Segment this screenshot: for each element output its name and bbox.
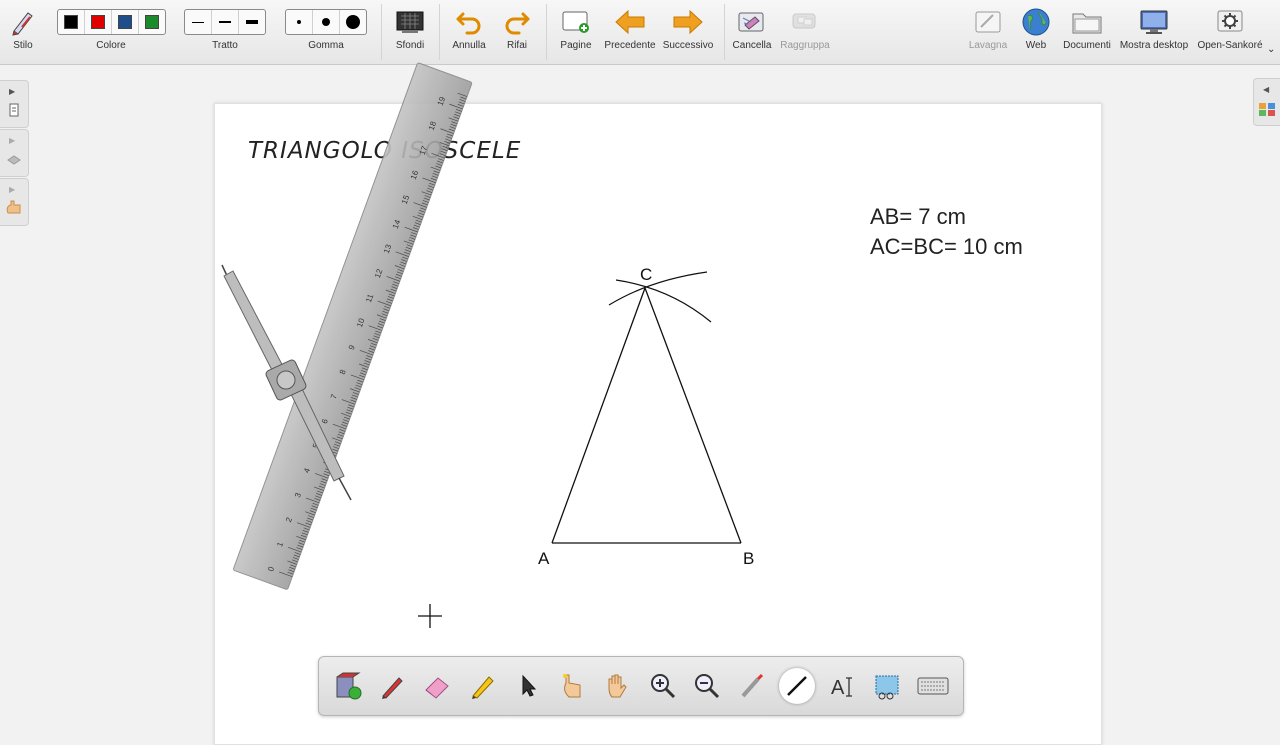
highlighter-button[interactable]	[465, 668, 501, 704]
pen-icon	[382, 677, 403, 699]
color-picker-icon	[336, 672, 362, 700]
compass-pencil-tip	[338, 477, 352, 501]
svg-text:A: A	[831, 677, 845, 699]
color-picker-button[interactable]	[331, 668, 367, 704]
select-pointer-button[interactable]	[511, 668, 547, 704]
zoom-out-button[interactable]	[689, 668, 725, 704]
bottom-toolbar: A	[318, 656, 964, 716]
compass-arm-upper[interactable]	[223, 270, 287, 379]
capture-button[interactable]	[869, 668, 905, 704]
pan-button[interactable]	[599, 668, 635, 704]
zoom-out-icon	[695, 674, 720, 699]
eraser-button[interactable]	[419, 668, 455, 704]
zoom-in-icon	[651, 674, 676, 699]
hand-pointer-icon	[563, 674, 581, 698]
compass-tool[interactable]	[221, 264, 352, 501]
pen-button[interactable]	[375, 668, 411, 704]
capture-icon	[875, 675, 899, 700]
pointer-icon	[522, 674, 537, 697]
compass-pivot[interactable]	[276, 370, 296, 390]
compass-tool-layer	[221, 264, 352, 501]
pan-hand-icon	[608, 674, 627, 698]
keyboard-icon	[917, 677, 949, 695]
zoom-in-button[interactable]	[645, 668, 681, 704]
interact-button[interactable]	[555, 668, 591, 704]
eraser-icon	[425, 677, 449, 699]
text-tool-button[interactable]: A	[825, 668, 861, 704]
line-icon	[787, 676, 807, 696]
laser-pointer-button[interactable]	[735, 668, 771, 704]
line-tool-button[interactable]	[779, 668, 815, 704]
laser-pointer-icon	[741, 673, 764, 698]
text-icon: A	[831, 677, 852, 699]
highlighter-icon	[472, 676, 494, 699]
keyboard-button[interactable]	[915, 668, 951, 704]
